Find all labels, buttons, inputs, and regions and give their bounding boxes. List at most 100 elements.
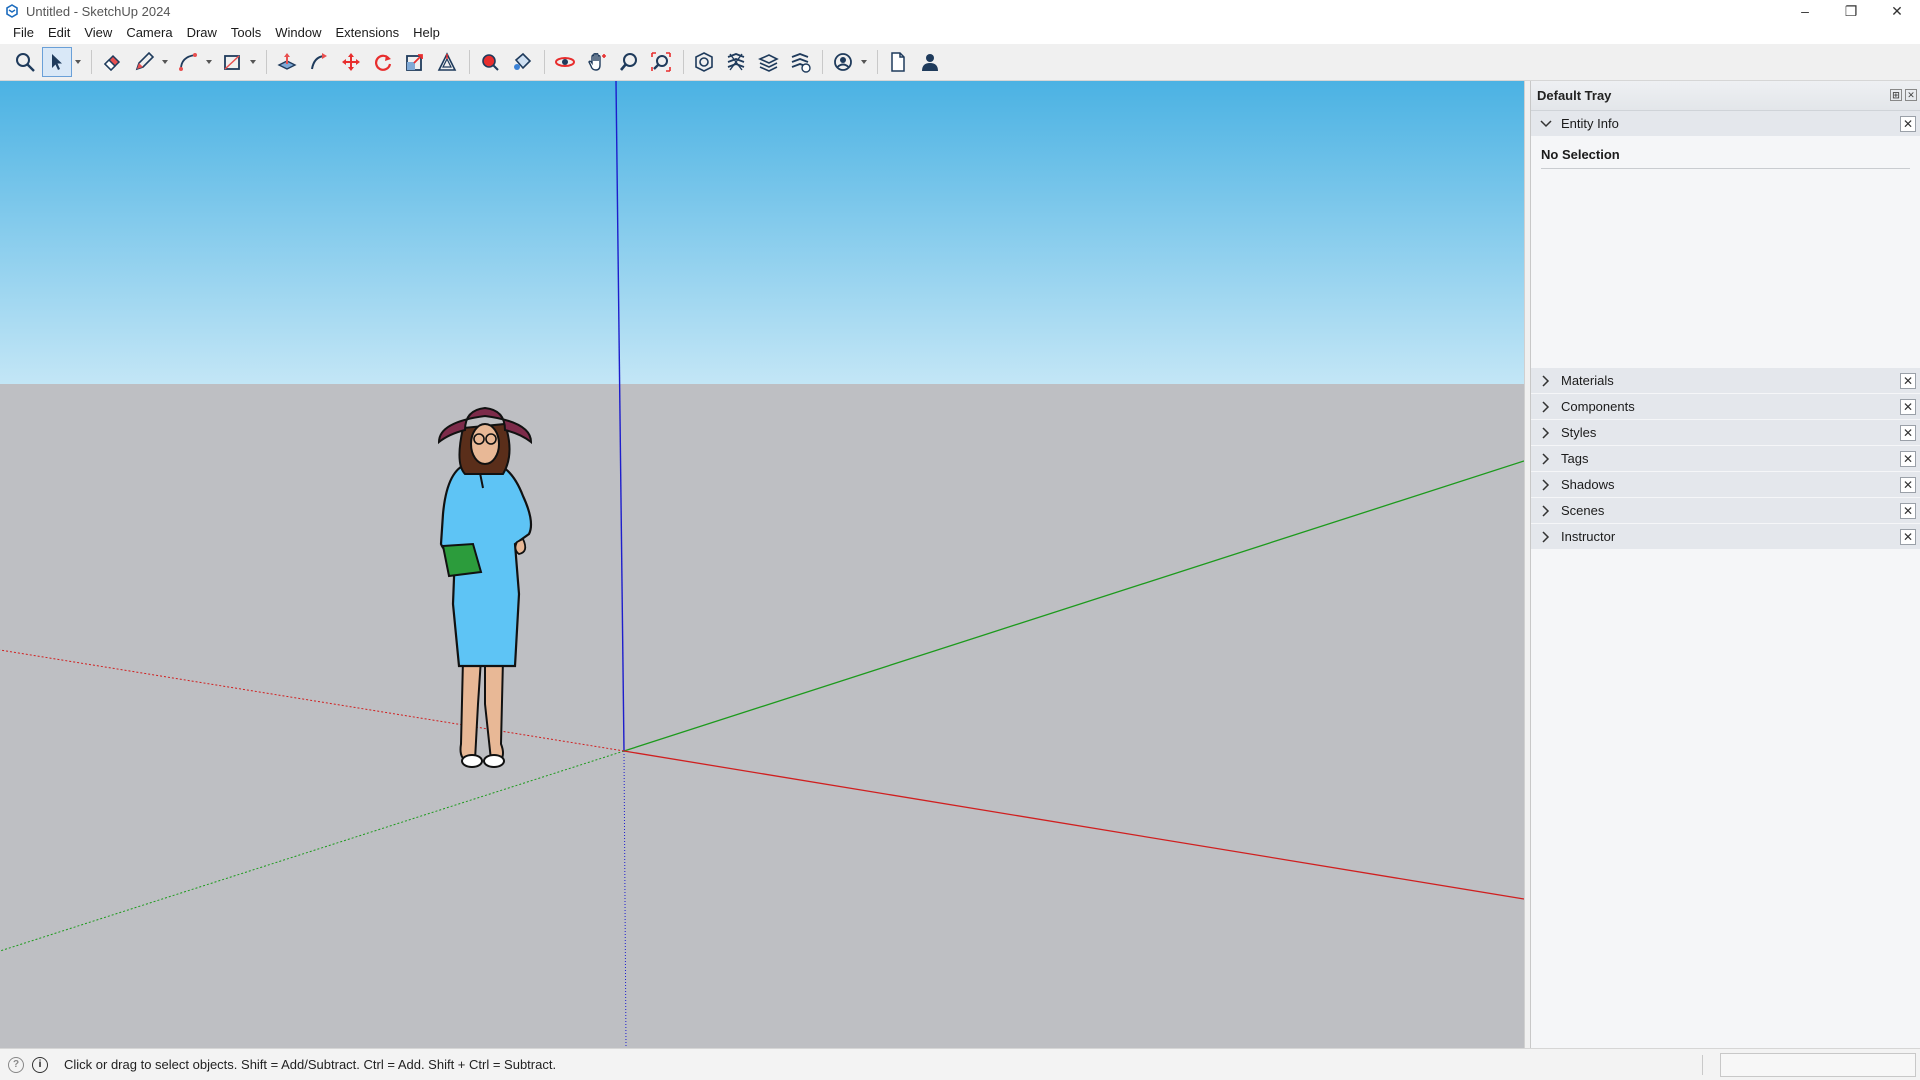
measurements-box[interactable] <box>1720 1053 1916 1077</box>
chevron-right-icon <box>1539 426 1553 439</box>
toolbar <box>0 44 1920 81</box>
chevron-right-icon <box>1539 530 1553 543</box>
rectangle-icon[interactable] <box>217 47 247 77</box>
menu-bar: File Edit View Camera Draw Tools Window … <box>0 22 1920 44</box>
move-icon[interactable] <box>336 47 366 77</box>
woman-figure <box>437 406 533 768</box>
chevron-right-icon <box>1539 478 1553 491</box>
blue-axis-hidden <box>623 750 627 1048</box>
panel-close-button[interactable]: ✕ <box>1900 529 1916 545</box>
tray-title: Default Tray <box>1537 88 1612 103</box>
toolbar-separator <box>877 50 878 74</box>
modeling-viewport[interactable] <box>0 81 1524 1048</box>
menu-tools[interactable]: Tools <box>224 22 268 44</box>
tray-header: Default Tray ⊞ ✕ <box>1531 81 1920 111</box>
blue-axis <box>615 81 625 752</box>
zoom-extents-icon[interactable] <box>646 47 676 77</box>
green-axis <box>623 460 1524 752</box>
offset-icon[interactable] <box>432 47 462 77</box>
chevron-right-icon <box>1539 400 1553 413</box>
toolbar-separator <box>266 50 267 74</box>
3d-warehouse-icon[interactable] <box>721 47 751 77</box>
red-axis <box>623 750 1524 900</box>
menu-draw[interactable]: Draw <box>180 22 224 44</box>
close-window-button[interactable]: ✕ <box>1874 0 1920 22</box>
tray-pin-button[interactable]: ⊞ <box>1890 89 1902 101</box>
arc-icon[interactable] <box>173 47 203 77</box>
panel-label: Materials <box>1561 373 1614 388</box>
status-text: Click or drag to select objects. Shift =… <box>64 1057 557 1072</box>
panel-close-button[interactable]: ✕ <box>1900 451 1916 467</box>
panel-label: Instructor <box>1561 529 1616 544</box>
toolbar-separator <box>544 50 545 74</box>
menu-file[interactable]: File <box>6 22 41 44</box>
panel-shadows[interactable]: Shadows ✕ <box>1531 472 1920 498</box>
green-axis-hidden <box>0 750 625 952</box>
panel-label: Styles <box>1561 425 1597 440</box>
pencil-dropdown-icon[interactable] <box>161 47 169 77</box>
menu-edit[interactable]: Edit <box>41 22 77 44</box>
panel-label: Tags <box>1561 451 1589 466</box>
tape-measure-icon[interactable] <box>475 47 505 77</box>
chevron-right-icon <box>1539 504 1553 517</box>
geolocation-icon[interactable]: ? <box>8 1056 24 1073</box>
status-separator <box>1702 1055 1703 1075</box>
rectangle-dropdown-icon[interactable] <box>249 47 257 77</box>
panel-close-button[interactable]: ✕ <box>1900 116 1916 132</box>
maximize-button[interactable]: ❐ <box>1828 0 1874 22</box>
section-plane-icon[interactable] <box>689 47 719 77</box>
tray-close-button[interactable]: ✕ <box>1905 89 1917 101</box>
panel-close-button[interactable]: ✕ <box>1900 373 1916 389</box>
menu-window[interactable]: Window <box>268 22 328 44</box>
menu-camera[interactable]: Camera <box>119 22 179 44</box>
panel-tags[interactable]: Tags ✕ <box>1531 446 1920 472</box>
pan-icon[interactable] <box>582 47 612 77</box>
account-icon[interactable] <box>828 47 858 77</box>
eraser-icon[interactable] <box>97 47 127 77</box>
rotate-icon[interactable] <box>368 47 398 77</box>
panel-components[interactable]: Components ✕ <box>1531 394 1920 420</box>
panel-entity-info[interactable]: Entity Info ✕ <box>1531 111 1920 137</box>
select-icon[interactable] <box>42 47 72 77</box>
chevron-down-icon <box>1539 119 1553 128</box>
pencil-icon[interactable] <box>129 47 159 77</box>
panel-scenes[interactable]: Scenes ✕ <box>1531 498 1920 524</box>
account-dropdown-icon[interactable] <box>860 47 868 77</box>
menu-view[interactable]: View <box>77 22 119 44</box>
axes <box>0 81 1524 1048</box>
panel-label: Entity Info <box>1561 116 1619 131</box>
layout-icon[interactable] <box>785 47 815 77</box>
menu-help[interactable]: Help <box>406 22 447 44</box>
orbit-icon[interactable] <box>550 47 580 77</box>
menu-extensions[interactable]: Extensions <box>329 22 407 44</box>
panel-close-button[interactable]: ✕ <box>1900 399 1916 415</box>
panel-instructor[interactable]: Instructor ✕ <box>1531 524 1920 550</box>
info-icon[interactable]: i <box>32 1056 48 1073</box>
profile-icon[interactable] <box>915 47 945 77</box>
panel-label: Components <box>1561 399 1635 414</box>
window-title: Untitled - SketchUp 2024 <box>26 3 171 19</box>
minimize-button[interactable]: – <box>1782 0 1828 22</box>
panel-close-button[interactable]: ✕ <box>1900 503 1916 519</box>
status-bar: ? i Click or drag to select objects. Shi… <box>0 1048 1920 1080</box>
follow-me-icon[interactable] <box>304 47 334 77</box>
sketchup-logo-icon <box>4 3 20 19</box>
search-icon[interactable] <box>10 47 40 77</box>
new-file-icon[interactable] <box>883 47 913 77</box>
paint-bucket-icon[interactable] <box>507 47 537 77</box>
toolbar-separator <box>91 50 92 74</box>
extension-warehouse-icon[interactable] <box>753 47 783 77</box>
arc-dropdown-icon[interactable] <box>205 47 213 77</box>
select-dropdown-icon[interactable] <box>74 47 82 77</box>
panel-close-button[interactable]: ✕ <box>1900 425 1916 441</box>
chevron-right-icon <box>1539 374 1553 387</box>
push-pull-icon[interactable] <box>272 47 302 77</box>
panel-materials[interactable]: Materials ✕ <box>1531 368 1920 394</box>
panel-close-button[interactable]: ✕ <box>1900 477 1916 493</box>
toolbar-separator <box>469 50 470 74</box>
zoom-icon[interactable] <box>614 47 644 77</box>
scale-icon[interactable] <box>400 47 430 77</box>
panel-label: Scenes <box>1561 503 1605 518</box>
panel-label: Shadows <box>1561 477 1615 492</box>
panel-styles[interactable]: Styles ✕ <box>1531 420 1920 446</box>
